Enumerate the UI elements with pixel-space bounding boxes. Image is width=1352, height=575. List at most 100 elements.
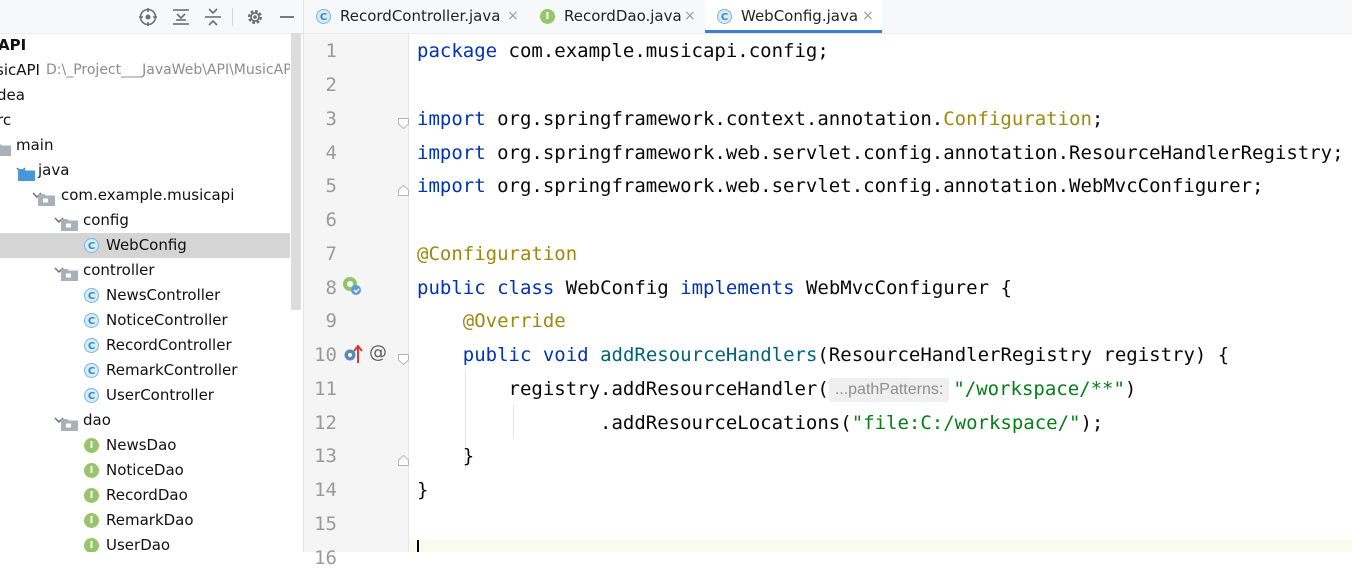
- tree-item-label: java: [38, 161, 70, 179]
- tree-item-newsdao[interactable]: I NewsDao: [0, 433, 290, 458]
- code-line-7: @Configuration: [417, 243, 578, 265]
- tree-item-noticecontroller[interactable]: C NoticeController: [0, 308, 290, 333]
- tree-item-api[interactable]: API: [0, 33, 290, 58]
- line-number: 3: [325, 108, 337, 130]
- line-number: 7: [325, 243, 337, 265]
- project-toolbar: [0, 0, 303, 34]
- code-editor[interactable]: package com.example.musicapi.config; imp…: [409, 34, 1352, 552]
- svg-text:@: @: [369, 342, 387, 363]
- fold-marker-icon[interactable]: [398, 114, 409, 130]
- tree-item-label: NoticeController: [106, 311, 228, 329]
- package-icon: [61, 264, 78, 281]
- line-number: 15: [314, 513, 337, 535]
- interface-icon: I: [84, 488, 99, 503]
- tree-item-remarkdao[interactable]: I RemarkDao: [0, 508, 290, 533]
- crosshair-icon[interactable]: [137, 6, 159, 28]
- tab-recordcontroller[interactable]: C RecordController.java ×: [304, 0, 527, 33]
- folder-icon: [0, 139, 11, 156]
- class-icon: C: [717, 9, 732, 24]
- line-number: 5: [325, 175, 337, 197]
- implements-icon[interactable]: [341, 275, 363, 301]
- tree-item-recordcontroller[interactable]: C RecordController: [0, 333, 290, 358]
- tree-item-userdao[interactable]: I UserDao: [0, 533, 290, 552]
- tree-item-rc[interactable]: rc: [0, 108, 290, 133]
- line-number: 10: [314, 344, 337, 366]
- tree-item-label: RecordDao: [106, 486, 188, 504]
- tree-item-label: sicAPI: [0, 61, 40, 79]
- close-icon[interactable]: ×: [862, 0, 874, 33]
- tree-item-label: UserDao: [106, 536, 171, 552]
- tree-item-label: dao: [83, 411, 111, 429]
- tree-item-newscontroller[interactable]: C NewsController: [0, 283, 290, 308]
- folder-icon: [18, 164, 35, 181]
- line-number: 14: [314, 479, 337, 501]
- tree-item-label: UserController: [106, 386, 214, 404]
- line-number: 16: [314, 547, 337, 569]
- annotation-at-icon[interactable]: @: [367, 341, 389, 367]
- fold-marker-icon[interactable]: [398, 181, 409, 196]
- line-number: 1: [325, 40, 337, 62]
- close-icon[interactable]: ×: [684, 0, 696, 33]
- line-number: 9: [325, 310, 337, 332]
- code-line-10: public void addResourceHandlers(Resource…: [462, 344, 1230, 366]
- line-number: 12: [314, 412, 337, 434]
- class-icon: C: [84, 313, 99, 328]
- tree-item-usercontroller[interactable]: C UserController: [0, 383, 290, 408]
- project-tree-scrollbar[interactable]: [291, 33, 301, 310]
- tree-item-label: com.example.musicapi: [61, 186, 235, 204]
- close-icon[interactable]: ×: [507, 0, 519, 33]
- minimize-icon[interactable]: [276, 6, 298, 28]
- fold-marker-icon[interactable]: [398, 350, 409, 366]
- tree-item-recorddao[interactable]: I RecordDao: [0, 483, 290, 508]
- tree-item-remarkcontroller[interactable]: C RemarkController: [0, 358, 290, 383]
- tab-webconfig[interactable]: C WebConfig.java ×: [705, 0, 882, 33]
- toolbar-separator: [232, 8, 233, 26]
- tree-item-sicapi[interactable]: sicAPI D:\_Project___JavaWeb\API\MusicAPI: [0, 58, 290, 83]
- tree-item-controller[interactable]: controller: [0, 258, 290, 283]
- interface-icon: I: [540, 9, 555, 24]
- line-number: 13: [314, 445, 337, 467]
- code-line-3: import org.springframework.context.annot…: [417, 108, 1104, 130]
- code-line-5: import org.springframework.web.servlet.c…: [417, 175, 1264, 197]
- tree-item-main[interactable]: main: [0, 133, 290, 158]
- class-icon: C: [84, 238, 99, 253]
- tree-item-label: RemarkController: [106, 361, 238, 379]
- expand-all-icon[interactable]: [170, 6, 192, 28]
- tree-item-webconfig[interactable]: C WebConfig: [0, 233, 290, 258]
- tree-item-label: API: [0, 36, 27, 54]
- code-line-14: }: [417, 479, 429, 501]
- package-icon: [38, 189, 55, 206]
- tab-label: WebConfig.java: [741, 7, 859, 25]
- class-icon: C: [316, 9, 331, 24]
- tree-item-config[interactable]: config: [0, 208, 290, 233]
- tree-item-label: WebConfig: [106, 236, 187, 254]
- collapse-all-icon[interactable]: [202, 6, 224, 28]
- tree-item-label: controller: [83, 261, 155, 279]
- tree-item-label: NewsController: [106, 286, 221, 304]
- interface-icon: I: [84, 463, 99, 478]
- override-icon[interactable]: [342, 343, 364, 369]
- fold-marker-icon[interactable]: [398, 451, 409, 466]
- project-path: D:\_Project___JavaWeb\API\MusicAPI: [46, 62, 290, 78]
- class-icon: C: [84, 288, 99, 303]
- tree-item-com-example-musicapi[interactable]: com.example.musicapi: [0, 183, 290, 208]
- tree-item-label: NoticeDao: [106, 461, 184, 479]
- tree-item-label: RecordController: [106, 336, 232, 354]
- tab-recorddao[interactable]: I RecordDao.java ×: [528, 0, 704, 33]
- current-line-highlight: [409, 540, 1352, 552]
- tree-item-java[interactable]: java: [0, 158, 290, 183]
- tree-item-label: NewsDao: [106, 436, 177, 454]
- code-line-4: import org.springframework.web.servlet.c…: [417, 142, 1344, 164]
- gear-icon[interactable]: [244, 6, 266, 28]
- tree-item-dao[interactable]: dao: [0, 408, 290, 433]
- project-panel: API sicAPI D:\_Project___JavaWeb\API\Music…: [0, 0, 304, 552]
- line-number: 11: [314, 378, 337, 400]
- package-icon: [61, 214, 78, 231]
- tree-item-noticedao[interactable]: I NoticeDao: [0, 458, 290, 483]
- tab-label: RecordDao.java: [564, 7, 682, 25]
- tree-item-dea[interactable]: dea: [0, 83, 290, 108]
- interface-icon: I: [84, 538, 99, 552]
- tab-label: RecordController.java: [340, 7, 501, 25]
- editor-gutter: @ 1 2 3 4 5 6 7 8 9 10 11 12 13 14 15 16: [304, 34, 409, 569]
- interface-icon: I: [84, 438, 99, 453]
